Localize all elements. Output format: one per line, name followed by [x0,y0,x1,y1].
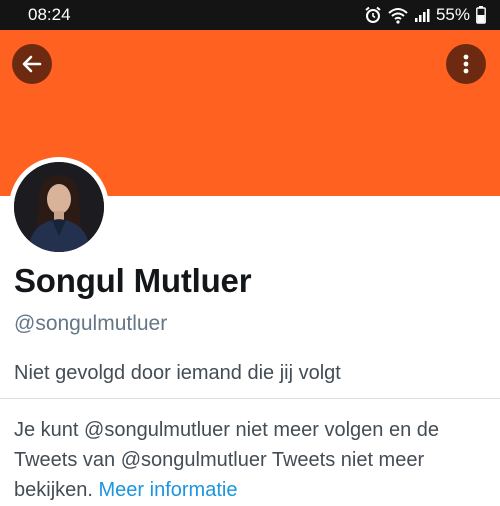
wifi-icon [388,6,408,24]
battery-icon [476,6,486,24]
status-icons: 55% [364,5,486,25]
divider [0,398,500,399]
avatar[interactable] [9,157,109,257]
profile-handle: @songulmutluer [14,312,168,335]
blocked-notice: Je kunt @songulmutluer niet meer volgen … [14,415,494,505]
arrow-left-icon [22,55,42,73]
follow-context-text: Niet gevolgd door iemand die jij volgt [14,362,341,384]
more-vertical-icon [463,54,469,74]
avatar-image [14,162,104,252]
back-button[interactable] [12,44,52,84]
alarm-icon [364,6,382,24]
status-time: 08:24 [28,5,71,24]
signal-icon [414,7,430,23]
more-options-button[interactable] [446,44,486,84]
battery-percent: 55% [435,5,470,24]
status-bar: 08:24 55% [0,0,500,30]
more-info-link[interactable]: Meer informatie [99,479,238,501]
profile-name: Songul Mutluer [14,262,252,299]
